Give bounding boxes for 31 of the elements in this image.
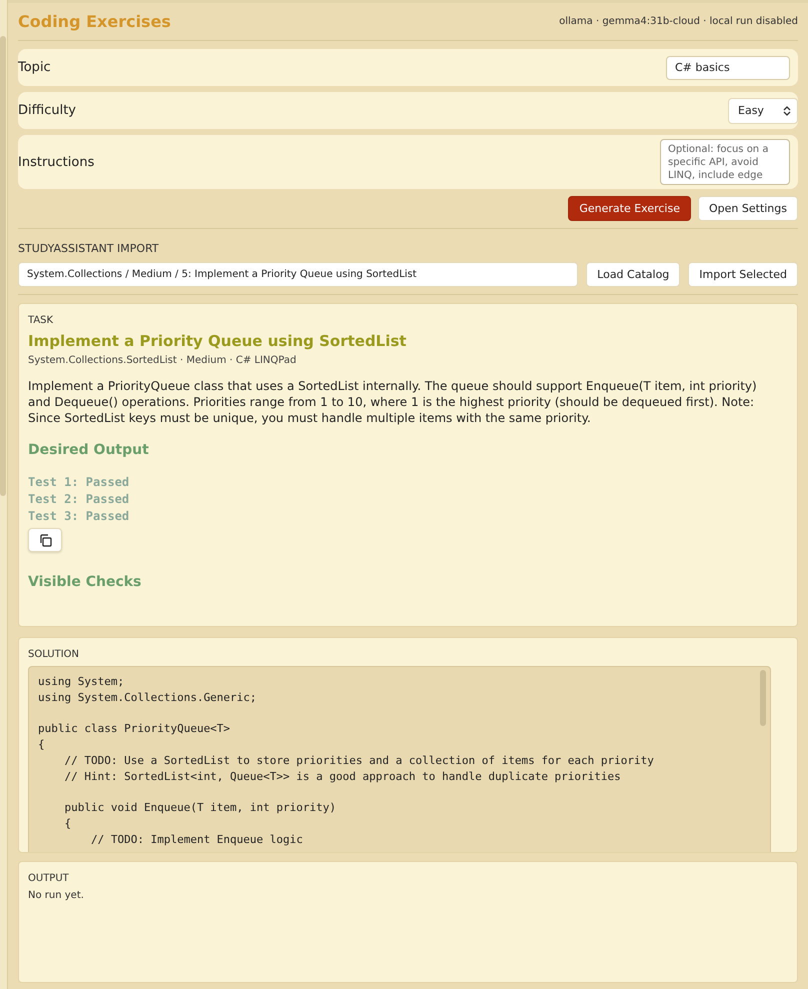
field-label: Instructions [18,154,94,170]
model-status: ollama · gemma4:31b-cloud · local run disabled [559,16,798,27]
scrollbar-thumb[interactable] [760,670,766,726]
subsection-heading: Desired Output [28,442,150,458]
desired-output: Test 1: Passed Test 2: Passed Test 3: Passed [28,474,130,525]
page-title: Coding Exercises [18,12,171,31]
field-label: Topic [18,60,51,75]
section-heading: STUDYASSISTANT IMPORT [18,242,160,255]
field-label: Difficulty [18,103,76,118]
output-text: No run yet. [28,890,85,901]
exercise-description: Implement a PriorityQueue class that uses a SortedList internally. The queue should support Enqueue(T item, int priority) and Dequeue() operations. Priorities range from 1 to 10, where 1 is the highest priority (should be dequeued first). Note: Since SortedList keys must be unique, you must handle multiple items with the same priority. [28,378,758,426]
scrollbar-thumb[interactable] [0,36,6,496]
panel-heading: OUTPUT [28,873,70,884]
copy-icon [38,534,52,546]
exercise-select[interactable]: System.Collections / Medium / 5: Implement a Priority Queue using SortedList [18,262,578,287]
panel-heading: SOLUTION [28,649,80,660]
instructions-textarea[interactable]: Optional: focus on a specific API, avoid LINQ, include edge [660,139,790,185]
exercise-title: Implement a Priority Queue using SortedList [28,332,408,350]
panel-heading: TASK [28,315,54,326]
code-text: using System; using System.Collections.Generic; public class PriorityQueue<T> { // TODO: Use a SortedList to store priorities and a collection of items for each priority // Hint: SortedList<int, Queue<T>> is a good approach to handle duplicate priorities public void Enqueue(T item, int priority) { // TODO: Implement Enqueue logic [38,674,655,848]
import-button[interactable]: Load Catalog [586,262,680,287]
settings-button[interactable]: Open Settings [698,196,798,221]
code-editor[interactable] [28,666,771,852]
import-button[interactable]: Import Selected [688,262,798,287]
chevron-icon [783,106,791,116]
generate-button[interactable]: Generate Exercise [568,196,691,221]
copy-button[interactable] [28,528,62,552]
exercise-meta: System.Collections.SortedList · Medium · C# LINQPad [28,355,298,366]
topic-input[interactable]: C# basics [666,56,790,80]
subsection-heading: Visible Checks [28,574,142,590]
difficulty-select[interactable]: Easy [728,98,798,124]
